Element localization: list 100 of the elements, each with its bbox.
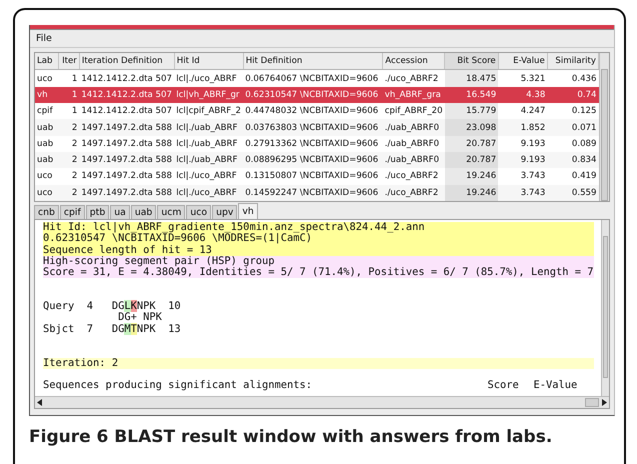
table-cell: ./uab_ABRF0 [382, 152, 445, 168]
table-cell-text: 2 [70, 170, 78, 184]
table-cell-text: lcl|./uco_ABRF [175, 170, 238, 184]
column-header[interactable]: Hit Id [174, 53, 244, 70]
table-row[interactable]: vh 1 1412.1412.2.dta 507 lcl|vh_ABRF_gr 0.62310547 \NCBITAXID=9606 vh_ABRF_gra 16.549 4.38 0.74 [35, 86, 598, 104]
figure-caption: Figure 6 BLAST result window with answers from labs. [29, 427, 554, 447]
table-cell-text: 0.419 [570, 170, 598, 184]
table-cell: cpif_ABRF_20 [382, 103, 445, 120]
table-cell: lcl|vh_ABRF_gr [174, 86, 244, 104]
lab-tab[interactable]: upv [212, 205, 238, 219]
table-cell: lcl|./uab_ABRF [174, 119, 244, 136]
table-cell: 5.321 [498, 70, 548, 87]
table-cell: lcl|./uab_ABRF [174, 152, 244, 168]
vertical-scrollbar[interactable] [600, 220, 609, 396]
alignment-text: Sbjct 7 DG [43, 322, 124, 335]
table-cell: 20.787 [444, 136, 498, 152]
table-cell: 0.834 [547, 152, 598, 168]
table-cell: 0.071 [547, 119, 598, 136]
column-header[interactable]: Similarity [547, 53, 598, 70]
table-cell: uab [35, 136, 58, 152]
lab-tab[interactable]: ptb [86, 205, 110, 219]
lab-tab[interactable]: uco [186, 205, 212, 219]
table-cell: 18.475 [444, 70, 498, 87]
table-cell: 1 [58, 103, 80, 120]
table-cell: 20.787 [444, 152, 498, 168]
column-header[interactable]: Iteration Definition [79, 53, 174, 70]
menu-item[interactable]: File [36, 33, 52, 44]
table-cell: 1412.1412.2.dta 507 [79, 70, 174, 87]
lab-tab[interactable]: cnb [34, 205, 59, 219]
table-cell: 2 [58, 136, 80, 152]
table-cell: 9.193 [498, 136, 548, 152]
table-cell: 4.38 [498, 86, 548, 104]
table-row[interactable]: uab 2 1497.1497.2.dta 588 lcl|./uab_ABRF 0.03763803 \NCBITAXID=9606 ./uab_ABRF0 23.098 1.852 0.071 [35, 119, 598, 136]
table-cell: uco [35, 70, 58, 87]
column-header[interactable]: Lab [35, 53, 58, 70]
table-cell: 1 [58, 86, 80, 104]
alignment-text: Query 4 DG [43, 300, 124, 312]
table-cell-text: uco [36, 170, 54, 184]
table-cell: 15.779 [444, 103, 498, 120]
table-cell-text: 0.13150807 \NCBITAXID=9606 [244, 170, 380, 184]
lab-tab[interactable]: uab [130, 205, 156, 219]
table-cell: 0.436 [547, 70, 598, 87]
table-cell: 1 [58, 70, 80, 87]
table-cell: 16.549 [444, 86, 498, 104]
table-row[interactable]: uab 2 1497.1497.2.dta 588 lcl|./uab_ABRF 0.27913362 \NCBITAXID=9606 ./uab_ABRF0 20.787 9.193 0.089 [35, 136, 598, 152]
left-arrow-icon[interactable] [37, 399, 43, 406]
table-cell: 2 [58, 184, 80, 201]
table-cell: 2 [58, 119, 80, 136]
table-cell: 0.125 [547, 103, 598, 120]
evalue-heading: E-Value [534, 380, 578, 392]
table-cell: lcl|./uab_ABRF [174, 136, 244, 152]
table-cell: 19.246 [444, 168, 498, 185]
lab-tab[interactable]: cpif [60, 205, 85, 219]
table-cell: 0.44748032 \NCBITAXID=9606 [243, 103, 383, 120]
column-header[interactable]: Iter [58, 53, 80, 70]
table-cell: ./uco_ABRF2 [382, 70, 445, 87]
lab-tab[interactable]: vh [238, 203, 258, 219]
table-cell: lcl|./uco_ABRF [174, 184, 244, 201]
column-header[interactable]: Bit Score [444, 53, 498, 70]
alignment-match-line: DG+ NPK [117, 312, 163, 324]
table-cell: 0.74 [547, 86, 598, 104]
right-arrow-icon[interactable] [601, 399, 607, 406]
table-cell: 9.193 [498, 152, 548, 168]
table-cell: 3.743 [498, 168, 548, 185]
lab-tab[interactable]: ucm [157, 205, 186, 219]
vertical-scrollbar[interactable] [599, 53, 609, 201]
table-cell: cpif [35, 103, 58, 120]
table-cell: 3.743 [498, 184, 548, 201]
column-header[interactable]: Hit Definition [243, 53, 383, 70]
table-cell: vh_ABRF_gra [382, 86, 445, 104]
table-row[interactable]: cpif 1 1412.1412.2.dta 507 lcl|cpif_ABRF_2 0.44748032 \NCBITAXID=9606 cpif_ABRF_20 15.779 4.247 0.125 [35, 103, 598, 120]
table-cell: ./uco_ABRF2 [382, 184, 445, 201]
scrollbar-thumb[interactable] [585, 398, 599, 407]
table-cell: ./uco_ABRF2 [382, 168, 445, 185]
results-heading: Sequences producing significant alignments: [43, 380, 313, 392]
table-cell: 1.852 [498, 119, 548, 136]
table-cell: 0.62310547 \NCBITAXID=9606 [243, 86, 383, 104]
table-row[interactable]: uco 2 1497.1497.2.dta 588 lcl|./uco_ABRF 0.14592247 \NCBITAXID=9606 ./uco_ABRF2 19.246 3.743 0.559 [35, 184, 598, 201]
table-row[interactable]: uco 1 1412.1412.2.dta 507 lcl|./uco_ABRF 0.06764067 \NCBITAXID=9606 ./uco_ABRF2 18.475 5.321 0.436 [35, 70, 598, 87]
table-cell: 0.559 [547, 184, 598, 201]
table-cell: 0.03763803 \NCBITAXID=9606 [243, 119, 383, 136]
table-cell: 1497.1497.2.dta 588 [79, 152, 174, 168]
table-cell: 4.247 [498, 103, 548, 120]
table-cell: lcl|./uco_ABRF [174, 70, 244, 87]
table-cell: 1497.1497.2.dta 588 [79, 136, 174, 152]
table-cell: vh [35, 86, 58, 104]
horizontal-scrollbar[interactable] [35, 396, 609, 408]
table-row[interactable]: uco 2 1497.1497.2.dta 588 lcl|./uco_ABRF 0.13150807 \NCBITAXID=9606 ./uco_ABRF2 19.246 3.743 0.419 [35, 168, 598, 185]
table-cell: 0.14592247 \NCBITAXID=9606 [243, 184, 383, 201]
table-cell: 1497.1497.2.dta 588 [79, 184, 174, 201]
column-header[interactable]: Accession [382, 53, 445, 70]
table-cell-text: 1497.1497.2.dta 588 [80, 170, 173, 184]
table-cell: ./uab_ABRF0 [382, 119, 445, 136]
table-cell: 0.08896295 \NCBITAXID=9606 [243, 152, 383, 168]
table-cell: 19.246 [444, 184, 498, 201]
column-header[interactable]: E-Value [498, 53, 548, 70]
lab-tab[interactable]: ua [110, 205, 130, 219]
table-row[interactable]: uab 2 1497.1497.2.dta 588 lcl|./uab_ABRF 0.08896295 \NCBITAXID=9606 ./uab_ABRF0 20.787 9.193 0.834 [35, 152, 598, 168]
score-heading: Score [488, 380, 520, 392]
table-cell: 0.089 [547, 136, 598, 152]
